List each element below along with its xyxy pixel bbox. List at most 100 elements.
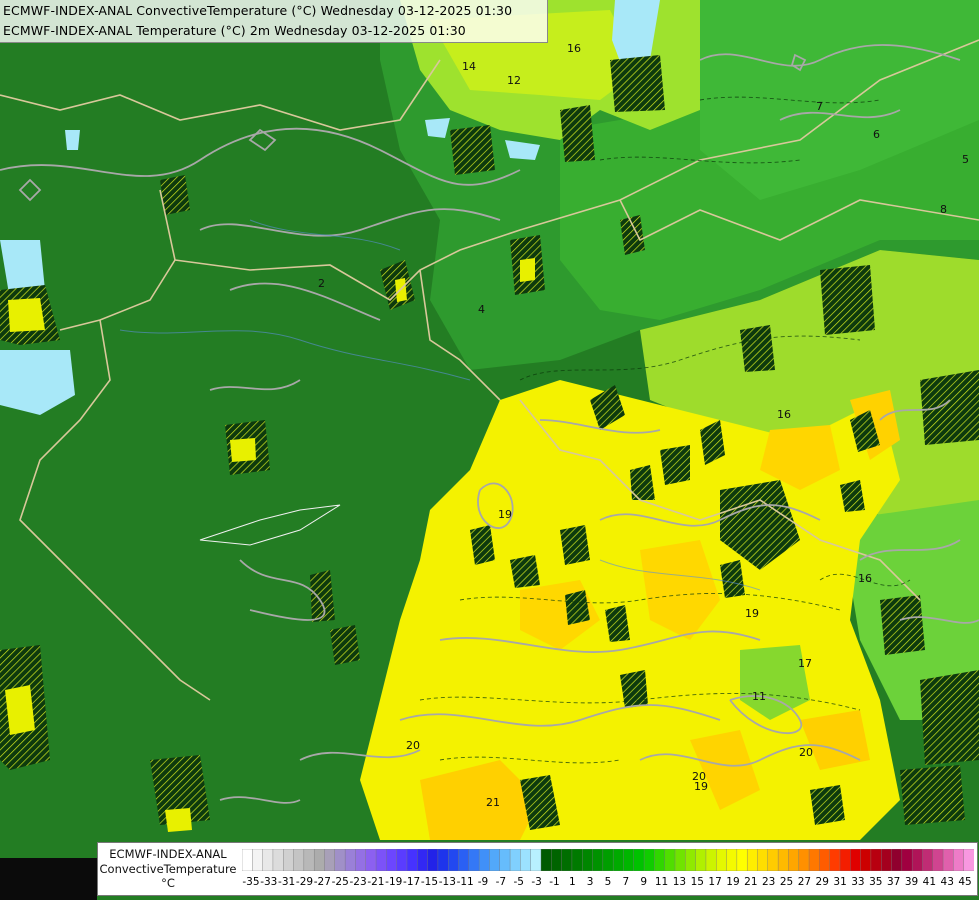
legend-tick-label: 13 xyxy=(672,876,687,888)
legend-swatch xyxy=(911,849,924,871)
legend-tick-label: 23 xyxy=(761,876,776,888)
legend-swatch xyxy=(829,849,841,871)
legend-tick-label: 21 xyxy=(744,876,758,888)
legend-swatch xyxy=(571,849,583,871)
legend-swatch xyxy=(447,849,460,871)
legend-tick-label: -17 xyxy=(403,876,421,888)
contour-label: 14 xyxy=(462,60,476,73)
legend-swatch xyxy=(901,849,913,871)
legend-swatch xyxy=(334,849,346,871)
legend-swatch xyxy=(489,849,501,871)
contour-label: 16 xyxy=(777,408,791,421)
legend-tick-label: 31 xyxy=(833,876,847,888)
legend-swatch xyxy=(355,849,367,871)
legend-tick-label: 41 xyxy=(922,876,937,888)
legend-tick-label: -27 xyxy=(313,876,331,888)
legend-swatch xyxy=(551,849,563,871)
legend-swatch xyxy=(602,849,614,871)
map-header: ECMWF-INDEX-ANAL ConvectiveTemperature (… xyxy=(0,0,548,43)
legend-swatch xyxy=(242,849,253,871)
legend-swatch xyxy=(798,849,810,871)
legend-swatch xyxy=(757,849,769,871)
legend-tick-label: -29 xyxy=(295,876,314,888)
legend-swatch xyxy=(612,849,625,871)
legend-tick-label: 1 xyxy=(568,876,576,888)
legend-swatch xyxy=(819,849,831,871)
legend-swatch xyxy=(850,849,862,871)
legend-swatch xyxy=(293,849,305,871)
legend-swatch xyxy=(582,849,594,871)
header-title-temperature: ECMWF-INDEX-ANAL Temperature (°C) 2m Wed… xyxy=(3,23,466,38)
legend-tick-label: -3 xyxy=(531,876,542,888)
legend-tick-label: -15 xyxy=(420,876,439,888)
legend-swatch xyxy=(386,849,398,871)
legend-tick-label: -9 xyxy=(477,876,489,888)
legend-swatch xyxy=(870,849,882,871)
legend-swatch xyxy=(437,849,449,871)
legend-swatch xyxy=(633,849,645,871)
contour-label: 21 xyxy=(486,796,500,809)
legend-tick-label: 11 xyxy=(654,876,669,888)
legend-tick-labels: -35 -33 -31 -29 -27 -25 -23 -21 -19 -17 -15 -13 -11-… xyxy=(242,876,974,890)
legend-tick-label: -31 xyxy=(278,876,296,888)
weather-map: 16 14 12 7 6 5 8 2 4 16 19 19 17 19 11 2… xyxy=(0,0,979,900)
legend-swatch xyxy=(375,849,387,871)
legend-tick-label: 43 xyxy=(940,876,954,888)
contour-label: 4 xyxy=(478,303,485,316)
legend-swatch xyxy=(674,849,686,871)
legend-tick-label: 35 xyxy=(869,876,883,888)
legend-tick-label: 39 xyxy=(904,876,919,888)
contour-label: 5 xyxy=(962,153,969,166)
legend-swatch xyxy=(530,849,542,871)
legend-tick-label: 19 xyxy=(726,876,740,888)
legend-tick-label: 3 xyxy=(586,876,594,888)
legend-tick-label: -7 xyxy=(495,876,507,888)
legend-tick-label: -35 xyxy=(242,876,260,888)
legend-tick-label: 5 xyxy=(604,876,612,888)
legend-tick-label: 33 xyxy=(851,876,865,888)
contour-label: 19 xyxy=(498,508,512,521)
legend-tick-label: -23 xyxy=(349,876,367,888)
legend-swatch xyxy=(324,849,336,871)
legend-swatch xyxy=(860,849,872,871)
legend-swatch xyxy=(520,849,532,871)
legend-swatch xyxy=(839,849,851,871)
legend-tick-label: 17 xyxy=(708,876,722,888)
legend-title-variable: ConvectiveTemperature xyxy=(99,861,237,876)
legend-tick-label: -13 xyxy=(438,876,456,888)
header-title-convective: ECMWF-INDEX-ANAL ConvectiveTemperature (… xyxy=(3,3,513,18)
legend-tick-label: -11 xyxy=(456,876,474,888)
contour-label: 17 xyxy=(798,657,812,670)
legend-swatch xyxy=(540,849,552,871)
contour-label: 20 xyxy=(692,770,706,783)
legend-swatch xyxy=(685,849,697,871)
contour-label: 6 xyxy=(873,128,880,141)
legend-swatch xyxy=(427,849,439,871)
contour-label: 11 xyxy=(752,690,766,703)
legend-swatch xyxy=(643,849,655,871)
contour-label: 16 xyxy=(567,42,581,55)
legend-swatch xyxy=(746,849,759,871)
legend-swatch xyxy=(932,849,944,871)
legend-swatch xyxy=(458,849,470,871)
legend-swatch xyxy=(252,849,264,871)
legend-swatch xyxy=(891,849,903,871)
legend-title: ECMWF-INDEX-ANAL ConvectiveTemperature °… xyxy=(98,847,238,891)
legend-tick-label: -5 xyxy=(513,876,524,888)
legend-swatch xyxy=(922,849,934,871)
legend-swatch xyxy=(788,849,800,871)
map-canvas: 16 14 12 7 6 5 8 2 4 16 19 19 17 19 11 2… xyxy=(0,0,979,900)
legend-tick-label: -21 xyxy=(367,876,385,888)
legend-swatch xyxy=(953,849,965,871)
legend-swatch xyxy=(664,849,676,871)
legend-swatch xyxy=(303,849,315,871)
legend-swatch xyxy=(592,849,604,871)
legend-swatch xyxy=(942,849,954,871)
legend-swatch xyxy=(623,849,635,871)
legend-swatch xyxy=(313,849,326,871)
legend-tick-label: -1 xyxy=(549,876,560,888)
legend-title-unit: °C xyxy=(161,876,175,890)
legend-swatch xyxy=(561,849,573,871)
legend-swatch xyxy=(406,849,418,871)
legend-swatch xyxy=(509,849,521,871)
